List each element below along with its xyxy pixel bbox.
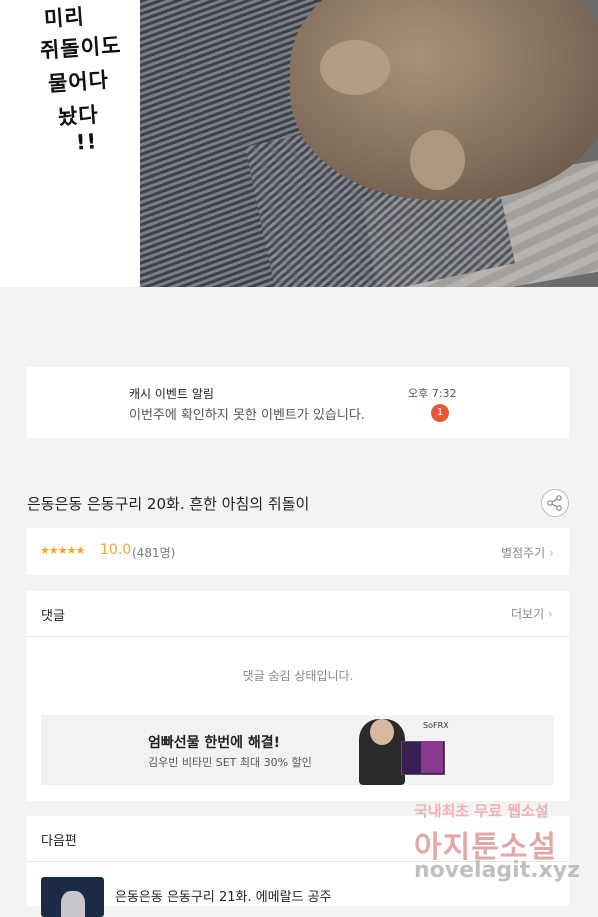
notification-time: 오후 7:32 [408,387,457,400]
star-rating-icons: ★★★★★ [40,544,85,557]
comments-section: 댓글 더보기 › 댓글 숨김 상태입니다. 엄빠선물 한번에 해결! 김우빈 비… [27,591,569,801]
ad-subtitle: 김우빈 비타민 SET 최대 30% 할인 [148,756,312,769]
cat-photo [140,0,598,287]
next-episode-thumbnail[interactable] [41,877,104,917]
cat-paw [320,40,390,95]
share-button[interactable] [541,489,569,517]
ad-brand-logo: SoFRX [423,721,449,730]
ad-title: 엄빠선물 한번에 해결! [148,735,281,751]
ad-product-image [421,741,443,773]
cat-paw [410,130,465,190]
comments-more-button[interactable]: 더보기 › [511,605,553,622]
cash-event-notification[interactable]: 캐시 이벤트 알림 이번주에 확인하지 못한 이벤트가 있습니다. 오후 7:3… [27,367,569,438]
rating-count: (481명) [132,546,176,560]
chevron-right-icon: › [547,607,553,621]
episode-title: 은동은동 은동구리 20화. 흔한 아침의 쥐돌이 [27,495,310,513]
rate-button-label: 별점주기 [501,546,546,560]
ad-banner[interactable]: 엄빠선물 한번에 해결! 김우빈 비타민 SET 최대 30% 할인 SoFRX [41,715,554,785]
comments-title: 댓글 [41,609,65,624]
handwritten-caption: 미리 쥐돌이도 물어다 놨다 !! [0,0,140,287]
next-episode-heading: 다음편 [41,834,77,849]
caption-line: 쥐돌이도 [39,33,123,63]
thumbnail-cat-image [61,891,85,917]
chevron-right-icon: › [549,546,554,560]
rate-button[interactable]: 별점주기 › [501,544,554,561]
notification-badge: 1 [431,404,449,422]
divider [27,636,569,637]
share-icon [547,495,562,511]
watermark-tagline: 국내최초 무료 웹소설 [414,802,549,820]
comments-hidden-message: 댓글 숨김 상태입니다. [242,669,354,683]
caption-line: 놨다 [57,102,100,130]
caption-line: 미리 [43,4,86,32]
webtoon-panel: 미리 쥐돌이도 물어다 놨다 !! [0,0,598,287]
caption-line: !! [75,129,98,155]
notification-message: 이번주에 확인하지 못한 이벤트가 있습니다. [129,408,365,423]
ad-model-face [370,719,394,745]
notification-title: 캐시 이벤트 알림 [129,387,214,401]
rating-bar: ★★★★★ 10.0 (481명) 별점주기 › [27,528,569,575]
watermark-url: novelagit.xyz [414,858,580,883]
comments-more-label: 더보기 [511,607,545,621]
rating-score: 10.0 [100,542,132,558]
caption-line: 물어다 [47,67,110,97]
next-episode-title[interactable]: 은동은동 은동구리 21화. 에메랄드 공주 [115,886,332,905]
